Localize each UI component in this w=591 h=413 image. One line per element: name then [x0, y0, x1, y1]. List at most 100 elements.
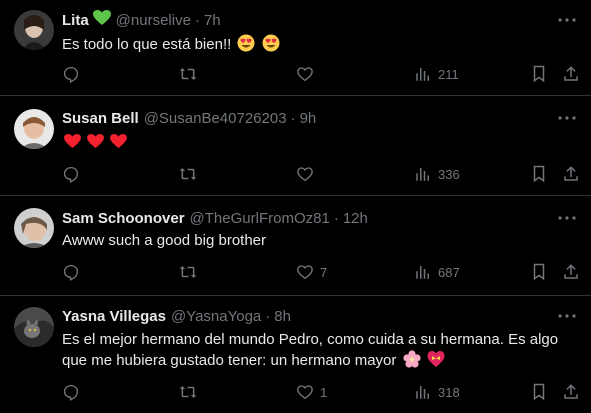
repost-button[interactable]	[178, 262, 198, 282]
tweet-text	[62, 132, 577, 155]
repost-icon	[179, 68, 197, 80]
bookmark-icon	[533, 383, 545, 401]
more-icon[interactable]	[557, 108, 577, 128]
views-icon	[416, 266, 429, 279]
reply-icon	[63, 166, 79, 183]
reply-button[interactable]	[62, 382, 80, 402]
timestamp[interactable]: 7h	[204, 12, 221, 29]
bookmark-button[interactable]	[531, 382, 547, 402]
more-icon[interactable]	[557, 10, 577, 30]
bookmark-button[interactable]	[531, 64, 547, 84]
bookmark-icon	[533, 263, 545, 281]
user-handle[interactable]: @TheGurlFromOz81	[190, 210, 330, 227]
separator: ·	[265, 307, 271, 325]
heart-eyes-emoji-icon	[262, 34, 280, 58]
tweet-3[interactable]: Sam Schoonover @TheGurlFromOz81 · 12h Aw…	[0, 196, 591, 296]
tweet-text-content: Es todo lo que está bien!!	[62, 36, 232, 53]
views-icon	[416, 386, 429, 399]
tweet-header: Yasna Villegas @YasnaYoga · 8h	[62, 306, 291, 326]
share-button[interactable]	[562, 64, 580, 84]
timestamp[interactable]: 8h	[274, 308, 291, 325]
tweet-header: Sam Schoonover @TheGurlFromOz81 · 12h	[62, 208, 368, 228]
separator: ·	[194, 11, 200, 29]
display-name[interactable]: Yasna Villegas	[62, 308, 166, 325]
avatar[interactable]	[14, 10, 54, 50]
view-count: 687	[438, 264, 460, 280]
bookmark-button[interactable]	[531, 164, 547, 184]
share-icon	[564, 66, 578, 81]
share-icon	[564, 166, 578, 181]
heart-eyes-emoji-icon	[237, 34, 255, 58]
share-button[interactable]	[562, 262, 580, 282]
more-icon[interactable]	[557, 208, 577, 228]
bookmark-icon	[533, 165, 545, 183]
heart-outline-icon	[297, 67, 313, 82]
view-count: 336	[438, 166, 460, 182]
share-icon	[564, 264, 578, 279]
like-count: 7	[320, 264, 328, 280]
views-button[interactable]: 336	[414, 164, 460, 184]
bookmark-button[interactable]	[531, 262, 547, 282]
reply-button[interactable]	[62, 64, 80, 84]
reply-button[interactable]	[62, 164, 80, 184]
repost-icon	[179, 168, 197, 180]
reply-feed: Lita @nurselive · 7h Es todo lo que está…	[0, 0, 591, 413]
view-count: 211	[438, 66, 459, 82]
tweet-actions: 7 687	[62, 262, 591, 282]
red-heart-emoji-icon	[64, 134, 81, 155]
share-button[interactable]	[562, 382, 580, 402]
repost-icon	[179, 386, 197, 398]
tweet-header: Lita @nurselive · 7h	[62, 10, 221, 30]
like-button[interactable]	[296, 64, 320, 84]
reply-button[interactable]	[62, 262, 80, 282]
views-button[interactable]: 318	[414, 382, 460, 402]
tweet-text: Es el mejor hermano del mundo Pedro, com…	[62, 330, 577, 374]
repost-button[interactable]	[178, 164, 198, 184]
user-handle[interactable]: @SusanBe40726203	[144, 110, 287, 127]
tweet-4[interactable]: Yasna Villegas @YasnaYoga · 8h Es el mej…	[0, 296, 591, 413]
heart-outline-icon	[297, 385, 313, 400]
like-button[interactable]: 1	[296, 382, 327, 402]
green-heart-icon	[92, 10, 111, 30]
reply-icon	[63, 384, 79, 401]
bookmark-icon	[533, 65, 545, 83]
tweet-actions: 1 318	[62, 382, 591, 402]
repost-button[interactable]	[178, 382, 198, 402]
avatar[interactable]	[14, 307, 54, 347]
views-icon	[416, 68, 429, 81]
tweet-text: Awww such a good big brother	[62, 231, 577, 251]
share-button[interactable]	[562, 164, 580, 184]
user-handle[interactable]: @nurselive	[116, 12, 191, 29]
views-button[interactable]: 211	[414, 64, 459, 84]
display-name[interactable]: Susan Bell	[62, 110, 139, 127]
timestamp[interactable]: 12h	[343, 210, 368, 227]
tweet-header: Susan Bell @SusanBe40726203 · 9h	[62, 108, 316, 128]
views-icon	[416, 168, 429, 181]
like-button[interactable]	[296, 164, 320, 184]
views-button[interactable]: 687	[414, 262, 460, 282]
more-icon[interactable]	[557, 306, 577, 326]
avatar[interactable]	[14, 109, 54, 149]
red-heart-emoji-icon	[110, 134, 128, 155]
like-button[interactable]: 7	[296, 262, 327, 282]
display-name[interactable]: Sam Schoonover	[62, 210, 185, 227]
display-name[interactable]: Lita	[62, 12, 89, 29]
tweet-text: Es todo lo que está bien!!	[62, 34, 577, 58]
separator: ·	[290, 109, 296, 127]
separator: ·	[333, 209, 339, 227]
view-count: 318	[438, 384, 460, 400]
heart-outline-icon	[297, 167, 313, 182]
user-handle[interactable]: @YasnaYoga	[171, 308, 261, 325]
repost-button[interactable]	[178, 64, 198, 84]
reply-icon	[63, 264, 79, 281]
timestamp[interactable]: 9h	[300, 110, 317, 127]
tweet-text-content: Es el mejor hermano del mundo Pedro, com…	[62, 331, 559, 369]
repost-icon	[179, 266, 197, 278]
tweet-1[interactable]: Lita @nurselive · 7h Es todo lo que está…	[0, 0, 591, 96]
heart-outline-icon	[297, 265, 313, 280]
avatar[interactable]	[14, 208, 54, 248]
tweet-2[interactable]: Susan Bell @SusanBe40726203 · 9h 336	[0, 96, 591, 196]
share-icon	[564, 384, 578, 399]
red-heart-emoji-icon	[87, 134, 105, 155]
like-count: 1	[320, 384, 328, 400]
